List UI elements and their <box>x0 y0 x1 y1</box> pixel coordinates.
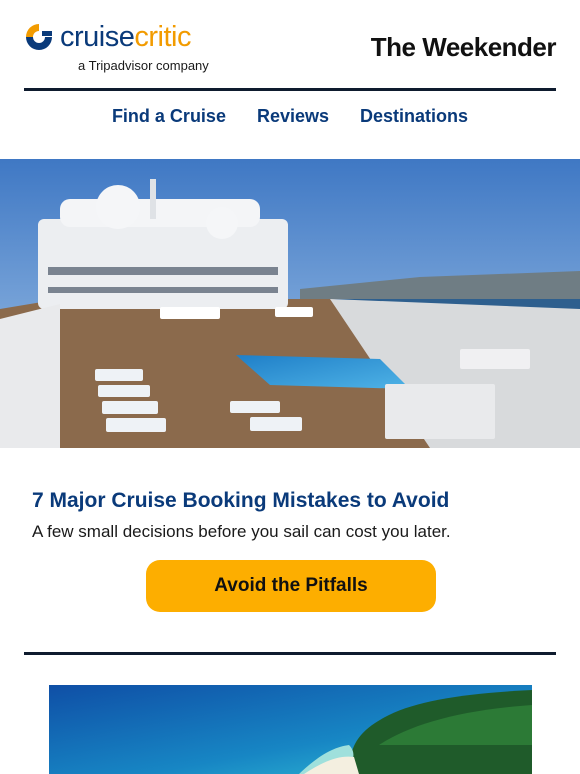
hero-illustration <box>0 159 580 448</box>
main-nav: Find a Cruise Reviews Destinations <box>0 106 580 127</box>
cruisecritic-logo-icon <box>26 24 52 50</box>
header-divider <box>24 88 556 91</box>
beach-illustration <box>49 685 532 774</box>
nav-find-a-cruise[interactable]: Find a Cruise <box>112 106 226 127</box>
tropical-beach-image[interactable] <box>49 685 532 774</box>
nav-reviews[interactable]: Reviews <box>257 106 329 127</box>
email-header: cruisecritic a Tripadvisor company The W… <box>0 0 580 88</box>
article-headline[interactable]: 7 Major Cruise Booking Mistakes to Avoid <box>32 489 449 513</box>
logo-subtitle: a Tripadvisor company <box>78 58 209 73</box>
logo-wordmark: cruisecritic <box>60 20 191 53</box>
newsletter-title: The Weekender <box>370 32 557 62</box>
avoid-pitfalls-button[interactable]: Avoid the Pitfalls <box>146 560 436 612</box>
nav-destinations[interactable]: Destinations <box>360 106 468 127</box>
hero-cruise-deck-image[interactable] <box>0 159 580 448</box>
logo-cruise-text: cruise <box>60 20 135 53</box>
logo-critic-text: critic <box>134 20 191 53</box>
article-subheadline: A few small decisions before you sail ca… <box>32 522 451 541</box>
section-divider <box>24 652 556 655</box>
cruisecritic-logo[interactable]: cruisecritic a Tripadvisor company <box>24 22 209 73</box>
